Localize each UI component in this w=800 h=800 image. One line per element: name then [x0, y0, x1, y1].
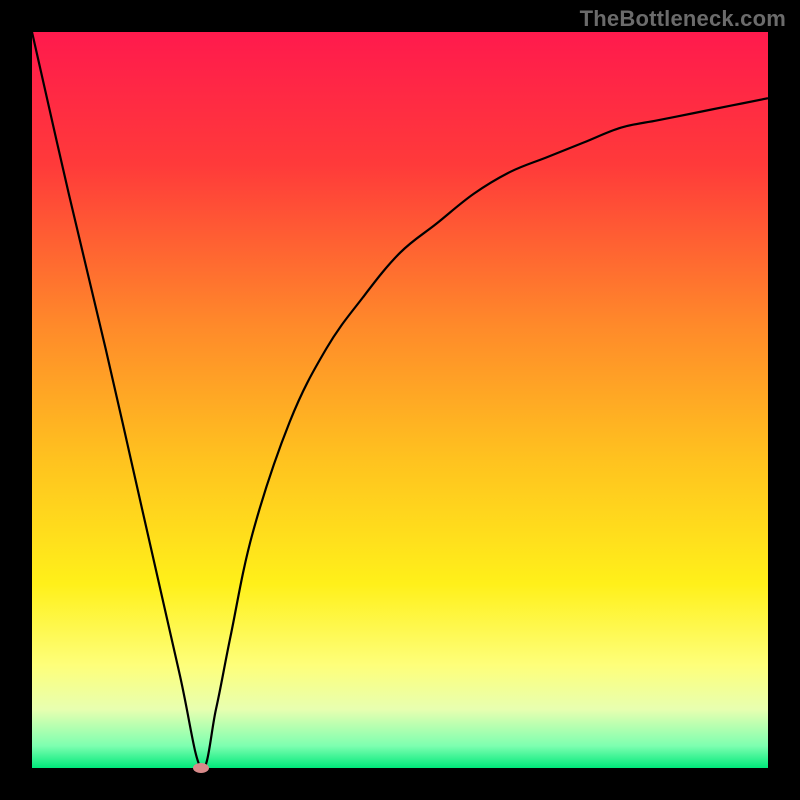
minimum-marker — [193, 763, 209, 773]
bottleneck-curve — [32, 32, 768, 768]
watermark-text: TheBottleneck.com — [580, 6, 786, 32]
plot-area — [32, 32, 768, 768]
